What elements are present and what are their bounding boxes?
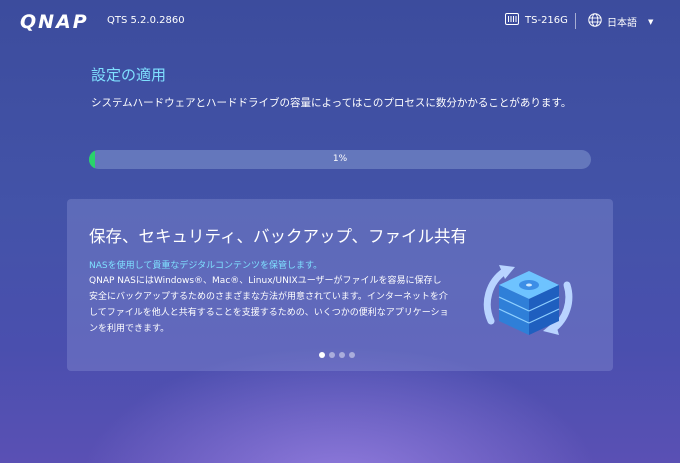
card-subtitle: NASを使用して貴重なデジタルコンテンツを保管します。 [89,261,323,271]
device-name: TS-216G [525,15,568,26]
firmware-version: QTS 5.2.0.2860 [107,15,185,26]
card-body: QNAP NASにはWindows®、Mac®、Linux/UNIXユーザーがフ… [89,276,449,334]
carousel-dot[interactable] [349,352,355,358]
language-selector[interactable]: 日本語 ▼ [588,13,653,30]
carousel-dots [319,352,355,358]
info-card: 保存、セキュリティ、バックアップ、ファイル共有 NASを使用して貴重なデジタルコ… [67,199,613,371]
carousel-dot[interactable] [319,352,325,358]
globe-icon [588,13,602,30]
progress-percent: 1% [332,154,348,164]
language-label: 日本語 [607,18,637,29]
carousel-dot[interactable] [329,352,335,358]
setup-description: システムハードウェアとハードドライブの容量によってはこのプロセスに数分かかること… [91,97,572,109]
device-info: TS-216G [505,13,568,28]
carousel-dot[interactable] [339,352,345,358]
top-bar: QNAP QTS 5.2.0.2860 TS-216G 日本語 ▼ [0,0,680,42]
qnap-logo: QNAP [20,11,89,33]
card-title: 保存、セキュリティ、バックアップ、ファイル共有 [89,227,468,246]
nas-backup-sync-icon [479,249,579,349]
progress-bar: 1% [89,150,591,169]
header-divider [575,13,576,29]
nas-device-icon [505,13,519,28]
page-title: 設定の適用 [91,66,167,84]
caret-down-icon: ▼ [648,17,654,26]
